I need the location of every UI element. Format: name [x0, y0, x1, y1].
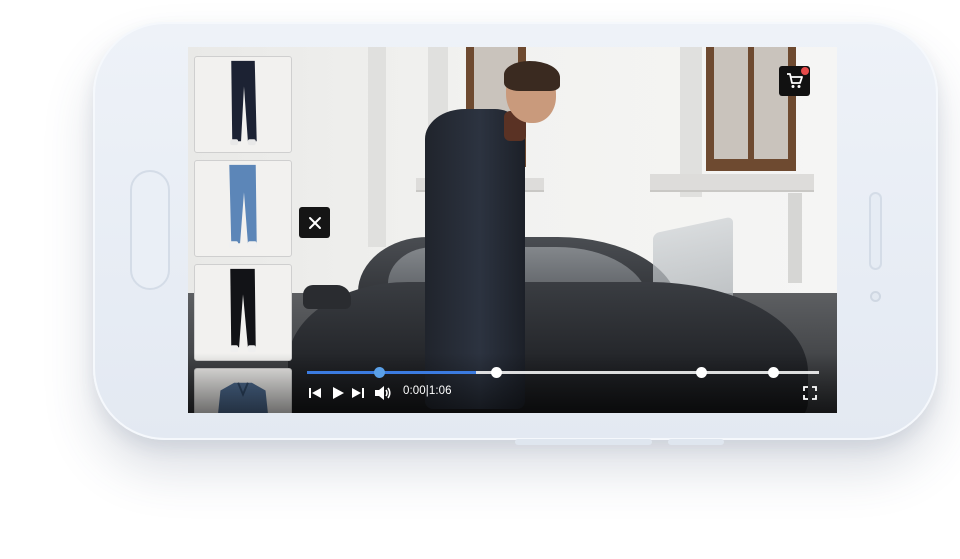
playback-time: 0:00|1:06	[403, 385, 452, 397]
play-button[interactable]	[331, 384, 345, 402]
chapter-marker[interactable]	[373, 367, 385, 378]
dark-jeans-icon	[230, 60, 257, 146]
chapter-marker[interactable]	[767, 367, 779, 378]
current-time: 0:00	[403, 385, 426, 397]
earpiece-speaker	[869, 192, 882, 270]
close-icon	[308, 216, 321, 229]
side-button-bottom-left	[515, 439, 652, 445]
volume-button[interactable]	[374, 384, 392, 402]
skip-back-button[interactable]	[308, 384, 322, 402]
skip-previous-icon	[309, 388, 321, 398]
video-player-screen[interactable]: 0:00|1:06	[188, 47, 837, 413]
product-thumbnail-dark-jeans[interactable]	[194, 56, 292, 153]
skip-forward-button[interactable]	[351, 384, 365, 402]
close-button[interactable]	[299, 207, 330, 238]
total-duration: 1:06	[428, 385, 452, 397]
product-thumbnail-light-blue-jeans[interactable]	[194, 160, 292, 257]
shopping-cart-button[interactable]	[779, 66, 810, 96]
product-thumbnail-black-jeans[interactable]	[194, 264, 292, 361]
fullscreen-button[interactable]	[803, 384, 817, 402]
play-icon	[333, 387, 344, 399]
side-button-bottom-right	[668, 439, 724, 445]
home-button	[130, 170, 170, 290]
cart-notification-badge	[801, 67, 809, 75]
progress-bar[interactable]	[307, 367, 819, 378]
proximity-sensor	[870, 291, 881, 302]
volume-icon	[375, 386, 391, 400]
black-jeans-icon	[230, 268, 256, 353]
controls-backdrop	[188, 353, 837, 413]
skip-next-icon	[352, 388, 364, 398]
fullscreen-icon	[803, 386, 817, 400]
shopping-cart-icon	[786, 73, 803, 88]
progress-bar-played	[307, 371, 476, 374]
light-blue-jeans-icon	[229, 164, 257, 249]
